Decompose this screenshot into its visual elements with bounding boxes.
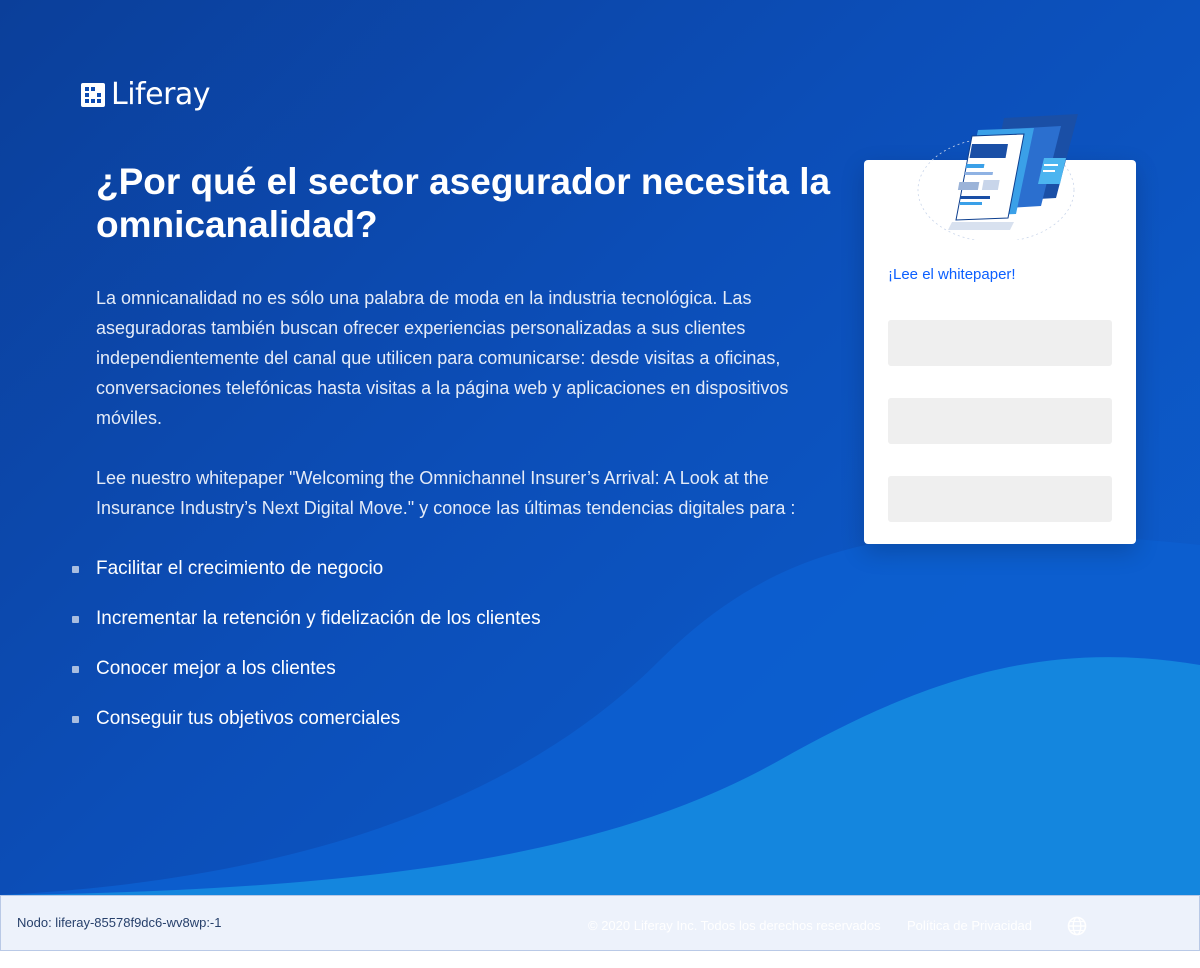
bullet-icon bbox=[72, 666, 79, 673]
form-field-2[interactable] bbox=[888, 398, 1112, 444]
whitepaper-illustration-icon bbox=[917, 114, 1078, 240]
brand-logo[interactable]: Liferay bbox=[81, 77, 211, 112]
read-whitepaper-heading: ¡Lee el whitepaper! bbox=[888, 266, 1016, 283]
bullet-icon bbox=[72, 716, 79, 723]
list-item: Facilitar el crecimiento de negocio bbox=[72, 554, 541, 604]
benefits-list: Facilitar el crecimiento de negocio Incr… bbox=[72, 554, 541, 754]
list-item-text: Facilitar el crecimiento de negocio bbox=[96, 558, 384, 579]
bullet-icon bbox=[72, 566, 79, 573]
form-field-3[interactable] bbox=[888, 476, 1112, 522]
download-form-card: ¡Lee el whitepaper! bbox=[864, 114, 1136, 544]
whitepaper-paragraph: Lee nuestro whitepaper "Welcoming the Om… bbox=[96, 468, 796, 518]
privacy-policy-link[interactable]: Política de Privacidad bbox=[907, 918, 1032, 933]
intro-paragraph: La omnicanalidad no es sólo una palabra … bbox=[96, 288, 789, 428]
form-field-1[interactable] bbox=[888, 320, 1112, 366]
list-item: Incrementar la retención y fidelización … bbox=[72, 604, 541, 654]
node-id: Nodo: liferay-85578f9dc6-wv8wp:-1 bbox=[17, 915, 222, 930]
copyright-text: © 2020 Liferay Inc. Todos los derechos r… bbox=[588, 918, 881, 933]
list-item-text: Conocer mejor a los clientes bbox=[96, 658, 336, 679]
logo-text: Liferay bbox=[111, 77, 211, 112]
page-title: ¿Por qué el sector asegurador necesita l… bbox=[96, 161, 831, 245]
liferay-logo-icon bbox=[81, 83, 105, 107]
list-item-text: Conseguir tus objetivos comerciales bbox=[96, 708, 401, 729]
bullet-icon bbox=[72, 616, 79, 623]
list-item-text: Incrementar la retención y fidelización … bbox=[96, 608, 541, 629]
list-item: Conseguir tus objetivos comerciales bbox=[72, 704, 541, 754]
page-footer: Nodo: liferay-85578f9dc6-wv8wp:-1 © 2020… bbox=[0, 895, 1200, 951]
hero-section: Liferay ¿Por qué el sector asegurador ne… bbox=[0, 0, 1200, 895]
globe-icon[interactable] bbox=[1067, 916, 1087, 936]
list-item: Conocer mejor a los clientes bbox=[72, 654, 541, 704]
